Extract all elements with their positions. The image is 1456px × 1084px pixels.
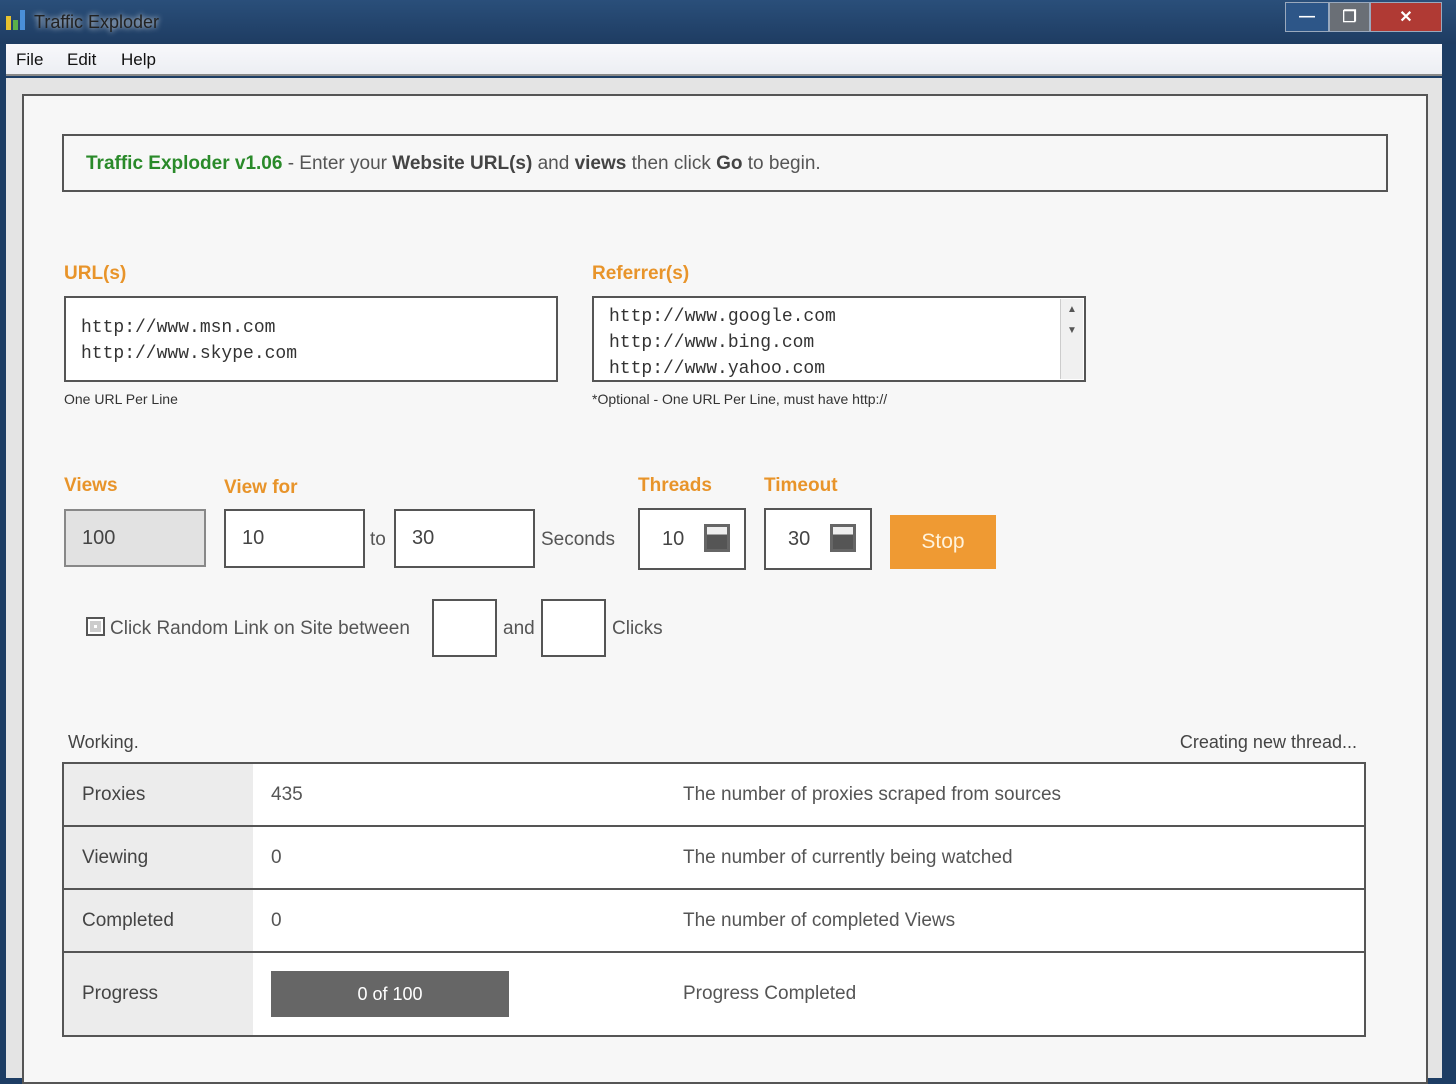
click-min-input[interactable] [432, 599, 497, 657]
click-max-input[interactable] [541, 599, 606, 657]
menu-file[interactable]: File [16, 50, 43, 70]
view-for-min-input[interactable]: 10 [224, 509, 365, 568]
menu-bar: File Edit Help [6, 44, 1442, 76]
stat-description: The number of currently being watched [683, 825, 1365, 889]
maximize-button[interactable]: ❐ [1329, 2, 1370, 32]
stat-description: Progress Completed [683, 951, 1365, 1036]
view-for-max-input[interactable]: 30 [394, 509, 535, 568]
app-version: Traffic Exploder v1.06 [86, 153, 283, 174]
status-text: Working. [68, 732, 139, 752]
text: Go [716, 153, 743, 174]
table-row: Progress 0 of 100 Progress Completed [63, 951, 1365, 1036]
menu-help[interactable]: Help [121, 50, 156, 70]
text: then click [626, 153, 717, 174]
text: to begin. [742, 153, 821, 174]
stat-label: Progress [63, 951, 253, 1036]
stat-value: 435 [253, 763, 683, 826]
progress-cell: 0 of 100 [253, 951, 683, 1036]
threads-label: Threads [638, 475, 712, 496]
timeout-label: Timeout [764, 475, 838, 496]
stop-button[interactable]: Stop [890, 515, 996, 569]
timeout-value: 30 [788, 527, 811, 550]
and-label: and [503, 618, 535, 639]
click-random-checkbox[interactable] [86, 617, 105, 636]
dropdown-arrow-icon[interactable] [830, 524, 856, 552]
stat-label: Proxies [63, 763, 253, 826]
stat-description: The number of completed Views [683, 888, 1365, 952]
to-label: to [370, 529, 386, 550]
referrers-label: Referrer(s) [592, 263, 690, 284]
window-title: Traffic Exploder [34, 12, 160, 32]
stat-value: 0 [253, 888, 683, 952]
scroll-down-icon[interactable]: ▼ [1061, 325, 1083, 336]
referrers-textarea[interactable]: http://www.google.com http://www.bing.co… [592, 296, 1086, 382]
text: and [532, 153, 575, 174]
table-row: Proxies 435 The number of proxies scraped … [63, 763, 1365, 826]
text: - Enter your [282, 153, 393, 174]
stat-label: Completed [63, 888, 253, 952]
seconds-label: Seconds [541, 529, 615, 550]
scroll-up-icon[interactable]: ▲ [1061, 304, 1083, 315]
referrers-hint: *Optional - One URL Per Line, must have … [592, 391, 888, 407]
stat-description: The number of proxies scraped from sourc… [683, 763, 1365, 826]
minimize-button[interactable]: — [1285, 2, 1329, 32]
thread-status-text: Creating new thread... [1179, 732, 1357, 752]
title-bar: Traffic Exploder — ❐ ✕ [0, 0, 1456, 44]
instructions-banner: Traffic Exploder v1.06 - Enter your Webs… [62, 134, 1388, 192]
view-for-label: View for [224, 477, 298, 498]
dropdown-arrow-icon[interactable] [704, 524, 730, 552]
stats-table: Proxies 435 The number of proxies scraped … [62, 762, 1366, 1037]
text: views [574, 153, 627, 174]
close-button[interactable]: ✕ [1370, 2, 1442, 32]
threads-value: 10 [662, 527, 685, 550]
clicks-label: Clicks [612, 618, 663, 639]
progress-bar: 0 of 100 [271, 971, 509, 1017]
urls-hint: One URL Per Line [64, 391, 178, 407]
click-random-label: Click Random Link on Site between [110, 618, 410, 639]
views-label: Views [64, 475, 118, 496]
threads-dropdown[interactable]: 10 [638, 508, 746, 570]
urls-label: URL(s) [64, 263, 127, 284]
text: Website URL(s) [392, 153, 533, 174]
urls-textarea[interactable]: http://www.msn.com http://www.skype.com [64, 296, 558, 382]
app-icon [6, 8, 28, 30]
timeout-dropdown[interactable]: 30 [764, 508, 872, 570]
stat-value: 0 [253, 825, 683, 889]
views-input[interactable]: 100 [64, 509, 206, 567]
table-row: Completed 0 The number of completed Views [63, 888, 1365, 952]
stat-label: Viewing [63, 825, 253, 889]
menu-edit[interactable]: Edit [67, 50, 96, 70]
referrers-scrollbar[interactable]: ▲ ▼ [1060, 299, 1083, 379]
table-row: Viewing 0 The number of currently being wa… [63, 825, 1365, 889]
